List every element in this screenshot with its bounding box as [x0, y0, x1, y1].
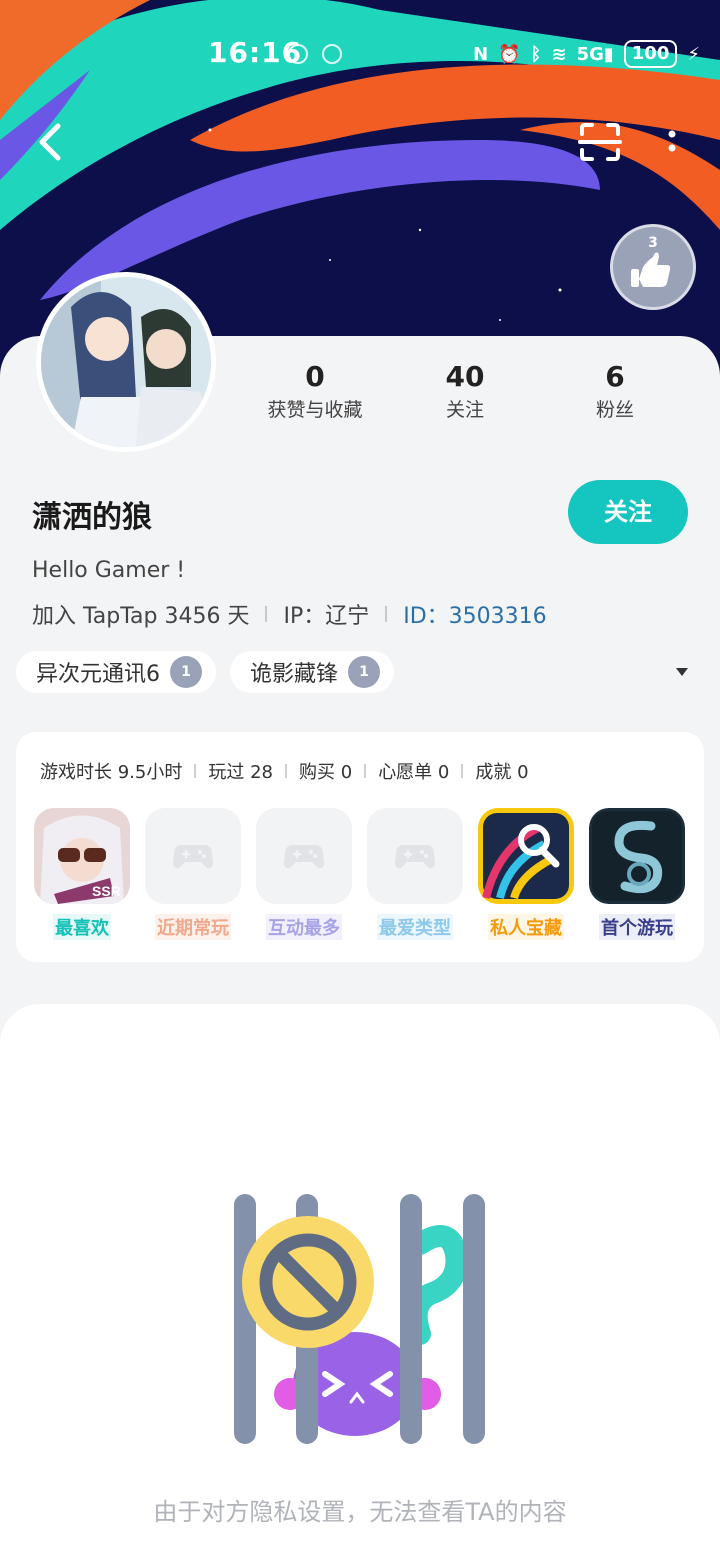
stat-value: 6: [605, 360, 625, 393]
game-art-first: [589, 808, 685, 904]
profile-meta: 加入 TapTap 3456 天 IP：辽宁 ID：3503316: [32, 598, 547, 630]
thumbs-up-icon: [631, 252, 671, 287]
stat-following[interactable]: 40 关注: [390, 360, 540, 422]
game-icon: [589, 808, 685, 904]
ip-location: IP：辽宁: [283, 604, 370, 629]
privacy-section: 由于对方隐私设置，无法查看TA的内容: [0, 1004, 720, 1560]
avatar-image: [41, 277, 211, 447]
game-icon: SSR: [34, 808, 130, 904]
achievement-stat[interactable]: 成就 0: [475, 758, 528, 784]
game-interactive[interactable]: 互动最多: [256, 808, 352, 940]
game-treasure[interactable]: 私人宝藏: [478, 808, 574, 940]
notification-icon: [322, 44, 342, 64]
wishlist-stat[interactable]: 心愿单 0: [378, 758, 449, 784]
gamepad-icon: [395, 845, 435, 869]
avatar[interactable]: [36, 272, 216, 452]
privacy-locked-illustration: [234, 1194, 485, 1444]
svg-text:SSR: SSR: [92, 883, 121, 899]
follow-button[interactable]: 关注: [568, 480, 688, 544]
tag-badge-count: 1: [181, 664, 191, 680]
bluetooth-icon: ᛒ: [530, 43, 542, 65]
played-stat[interactable]: 玩过 28: [208, 758, 273, 784]
game-label: 最爱类型: [377, 914, 453, 940]
stat-label: 获赞与收藏: [267, 399, 363, 421]
game-icon: [367, 808, 463, 904]
chevron-left-icon: [39, 123, 61, 161]
charging-icon: ⚡: [687, 43, 700, 65]
game-label: 私人宝藏: [488, 914, 564, 940]
game-art-treasure: [478, 808, 574, 904]
tag-label: 诡影藏锋: [250, 662, 339, 687]
tag-badge-icon: 1: [348, 656, 381, 688]
game-icon: [256, 808, 352, 904]
expand-tags-icon[interactable]: [676, 668, 688, 676]
level-badge[interactable]: 3: [610, 224, 696, 310]
privacy-message: 由于对方隐私设置，无法查看TA的内容: [153, 1498, 567, 1526]
game-icon: [478, 808, 574, 904]
tag-badge-count: 1: [359, 664, 369, 680]
alarm-icon: ⏰: [498, 43, 521, 65]
tag-item[interactable]: 异次元通讯6 1: [16, 651, 216, 693]
scan-button[interactable]: [578, 122, 622, 162]
game-label: 互动最多: [266, 914, 342, 940]
username: 潇洒的狼: [32, 500, 152, 535]
playtime-stat[interactable]: 游戏时长 9.5小时: [40, 758, 182, 784]
game-showcase: SSR 最喜欢 近期常玩 互动最多 最爱类型 私人宝藏 首个游玩: [34, 808, 685, 940]
game-panel: 游戏时长 9.5小时 玩过 28 购买 0 心愿单 0 成就 0 SSR 最喜欢…: [16, 732, 704, 962]
nfc-icon: N: [473, 43, 489, 65]
stat-likes[interactable]: 0 获赞与收藏: [240, 360, 390, 422]
battery-level: 100: [623, 40, 678, 68]
wifi-icon: ≋: [551, 43, 567, 65]
divider: [385, 606, 388, 622]
gamepad-icon: [284, 845, 324, 869]
game-label: 首个游玩: [599, 914, 675, 940]
achievement-tags: 异次元通讯6 1 诡影藏锋 1: [16, 651, 395, 693]
user-id-label: ID：: [403, 604, 449, 629]
game-favorite[interactable]: SSR 最喜欢: [34, 808, 130, 940]
game-genre[interactable]: 最爱类型: [367, 808, 463, 940]
game-stats: 游戏时长 9.5小时 玩过 28 购买 0 心愿单 0 成就 0: [40, 758, 529, 784]
tag-badge-icon: 1: [170, 656, 202, 688]
back-button[interactable]: [30, 118, 70, 166]
tag-item[interactable]: 诡影藏锋 1: [230, 651, 395, 693]
tag-label: 异次元通讯6: [36, 662, 160, 687]
divider: [461, 764, 464, 778]
game-icon: [145, 808, 241, 904]
divider: [285, 764, 287, 778]
stat-label: 粉丝: [595, 399, 634, 421]
game-label: 近期常玩: [155, 914, 231, 940]
game-first[interactable]: 首个游玩: [589, 808, 685, 940]
signal-icon: 5G▮: [576, 43, 614, 65]
game-art-favorite: SSR: [34, 808, 130, 904]
game-label: 最喜欢: [53, 914, 111, 940]
stat-followers[interactable]: 6 粉丝: [540, 360, 690, 422]
more-button[interactable]: [660, 126, 684, 158]
user-id-value: 3503316: [448, 604, 547, 629]
status-indicators: N ⏰ ᛒ ≋ 5G▮ 100 ⚡: [473, 40, 700, 68]
stat-label: 关注: [445, 399, 484, 421]
user-id[interactable]: ID：3503316: [403, 598, 546, 630]
stat-value: 40: [445, 360, 485, 393]
notification-icon: [288, 44, 308, 64]
divider: [265, 606, 268, 622]
purchased-stat[interactable]: 购买 0: [299, 758, 352, 784]
game-recent[interactable]: 近期常玩: [145, 808, 241, 940]
profile-stats: 0 获赞与收藏 40 关注 6 粉丝: [240, 360, 690, 422]
stat-value: 0: [305, 360, 325, 393]
gamepad-icon: [173, 845, 213, 869]
status-notification-icons: [288, 44, 342, 64]
more-vertical-icon: [668, 130, 676, 152]
divider: [364, 764, 367, 778]
status-bar: 16:16 N ⏰ ᛒ ≋ 5G▮ 100 ⚡: [0, 30, 720, 78]
join-days: 加入 TapTap 3456 天: [32, 604, 250, 629]
bio: Hello Gamer !: [32, 558, 186, 583]
scan-icon: [578, 123, 622, 161]
divider: [194, 764, 197, 778]
